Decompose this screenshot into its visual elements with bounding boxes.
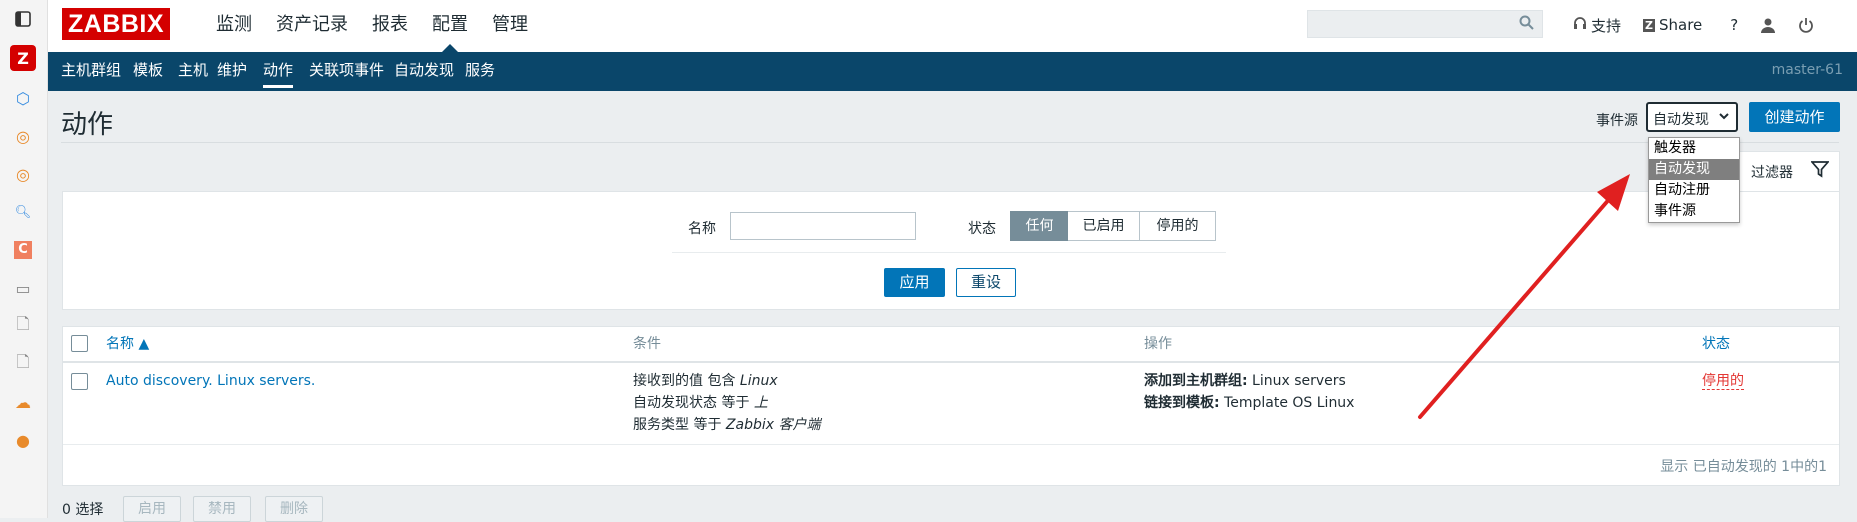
condition-line: 自动发现状态 等于 上: [633, 395, 768, 411]
event-source-select[interactable]: 自动发现: [1646, 102, 1738, 132]
bulk-delete-button[interactable]: 删除: [265, 496, 323, 522]
event-source-dropdown: 触发器 自动发现 自动注册 事件源: [1648, 137, 1740, 223]
help-icon: ?: [1730, 16, 1739, 34]
status-disabled-button[interactable]: 停用的: [1140, 211, 1216, 241]
headset-icon: [1573, 16, 1587, 34]
option-discovery[interactable]: 自动发现: [1649, 159, 1739, 180]
main-menu: 监测 资产记录 报表 配置 管理: [204, 0, 540, 52]
event-source-value: 自动发现: [1653, 112, 1709, 128]
column-header-status[interactable]: 状态: [1702, 327, 1730, 361]
filter-status-label: 状态: [968, 221, 996, 237]
selected-count: 0 选择: [62, 502, 104, 518]
operation-line: 链接到模板: Template OS Linux: [1144, 395, 1355, 411]
zabbix-tab-icon[interactable]: Z: [10, 45, 36, 71]
table-row-operations: 添加到主机群组: Linux servers 链接到模板: Template O…: [1144, 370, 1354, 414]
title-divider: [61, 142, 1839, 143]
zabbix-logo[interactable]: ZABBIX: [62, 8, 171, 40]
submenu-host-groups[interactable]: 主机群组: [61, 52, 121, 91]
browser-sidebar: Z ⬡ ◎ ◎ 🔍︎ C ▭ 🗋 🗋 ☁ ●: [0, 0, 48, 518]
server-node-name: master-61: [1771, 62, 1843, 78]
submenu-maintenance[interactable]: 维护: [217, 52, 247, 91]
search-icon[interactable]: [1519, 15, 1534, 34]
c-app-icon[interactable]: C: [8, 235, 38, 265]
filter-tab-label: 过滤器: [1751, 165, 1793, 181]
action-name-link[interactable]: Auto discovery. Linux servers.: [106, 373, 315, 389]
chrome-alt-icon[interactable]: ◎: [8, 159, 38, 189]
page-title: 动作: [61, 110, 114, 140]
submenu-discovery[interactable]: 自动发现: [394, 52, 454, 91]
submenu-actions[interactable]: 动作: [263, 52, 294, 91]
chrome-icon[interactable]: ◎: [8, 121, 38, 151]
filter-icon: [1810, 160, 1830, 182]
row-checkbox[interactable]: [71, 373, 88, 390]
search-icon[interactable]: 🔍︎: [8, 197, 38, 227]
cube-icon[interactable]: ⬡: [8, 83, 38, 113]
help-button[interactable]: ?: [1730, 16, 1738, 34]
bulk-disable-button[interactable]: 禁用: [193, 496, 251, 522]
user-profile-button[interactable]: [1760, 17, 1776, 33]
event-source-label: 事件源: [1596, 113, 1638, 129]
option-autoregistration[interactable]: 自动注册: [1649, 180, 1739, 201]
logout-button[interactable]: [1798, 17, 1814, 33]
sub-menu: 主机群组 模板 主机 维护 动作 关联项事件 自动发现 服务 master-61: [48, 52, 1857, 91]
actions-table: 名称 ▲ 条件 操作 状态 Auto discovery. Linux serv…: [62, 326, 1840, 486]
status-disabled-link[interactable]: 停用的: [1702, 373, 1744, 390]
create-action-button[interactable]: 创建动作: [1749, 102, 1840, 132]
menu-configuration[interactable]: 配置: [420, 0, 480, 52]
cloud-icon[interactable]: ☁: [8, 387, 38, 417]
reset-button[interactable]: 重设: [956, 268, 1016, 297]
table-header-divider: [63, 361, 1839, 363]
condition-line: 服务类型 等于 Zabbix 客户端: [633, 417, 821, 433]
filter-name-input[interactable]: [730, 212, 916, 240]
support-link[interactable]: 支持: [1573, 15, 1621, 36]
window-icon[interactable]: ▭: [8, 273, 38, 303]
share-label: Share: [1659, 16, 1703, 34]
power-icon: [1799, 18, 1814, 33]
option-trigger[interactable]: 触发器: [1649, 138, 1739, 159]
condition-line: 接收到的值 包含 Linux: [633, 373, 778, 389]
document-icon[interactable]: 🗋: [8, 311, 38, 341]
filter-tab[interactable]: 过滤器: [1738, 151, 1840, 191]
user-icon: [1761, 18, 1776, 33]
menu-reports[interactable]: 报表: [360, 0, 420, 52]
app-icon[interactable]: ●: [8, 425, 38, 455]
share-z-icon: Z: [1643, 18, 1655, 32]
header-tools: 支持 Z Share ?: [1573, 0, 1836, 50]
top-header: ZABBIX 监测 资产记录 报表 配置 管理 支持 Z Share ?: [48, 0, 1857, 52]
column-header-conditions: 条件: [633, 336, 661, 352]
menu-administration[interactable]: 管理: [480, 0, 540, 52]
share-link[interactable]: Z Share: [1643, 16, 1702, 34]
tab-switch-icon[interactable]: [8, 4, 38, 34]
submenu-services[interactable]: 服务: [465, 52, 495, 91]
table-footer-count: 显示 已自动发现的 1中的1: [1660, 459, 1827, 475]
table-row-status[interactable]: 停用的: [1702, 370, 1744, 392]
option-event-source[interactable]: 事件源: [1649, 201, 1739, 222]
submenu-hosts[interactable]: 主机: [178, 52, 208, 91]
submenu-event-correlation[interactable]: 关联项事件: [309, 52, 384, 91]
operation-line: 添加到主机群组: Linux servers: [1144, 373, 1346, 389]
menu-monitoring[interactable]: 监测: [204, 0, 264, 52]
apply-button[interactable]: 应用: [884, 268, 945, 297]
status-any-button[interactable]: 任何: [1010, 211, 1069, 241]
filter-divider: [672, 252, 1226, 253]
chevron-down-icon: [1718, 110, 1730, 125]
filter-panel: 名称 状态 任何 已启用 停用的 应用 重设: [62, 191, 1840, 310]
table-row-name[interactable]: Auto discovery. Linux servers.: [106, 370, 315, 392]
row-divider: [63, 444, 1839, 445]
global-search-input[interactable]: [1307, 10, 1543, 38]
column-header-operations: 操作: [1144, 336, 1172, 352]
table-row-conditions: 接收到的值 包含 Linux 自动发现状态 等于 上 服务类型 等于 Zabbi…: [633, 370, 820, 436]
support-label: 支持: [1591, 16, 1622, 35]
menu-inventory[interactable]: 资产记录: [264, 0, 360, 52]
status-enabled-button[interactable]: 已启用: [1068, 211, 1140, 241]
document-alt-icon[interactable]: 🗋: [8, 349, 38, 379]
bulk-enable-button[interactable]: 启用: [123, 496, 181, 522]
submenu-templates[interactable]: 模板: [133, 52, 163, 91]
filter-name-label: 名称: [688, 221, 716, 237]
column-header-name[interactable]: 名称 ▲: [106, 327, 149, 361]
select-all-checkbox[interactable]: [71, 335, 88, 352]
